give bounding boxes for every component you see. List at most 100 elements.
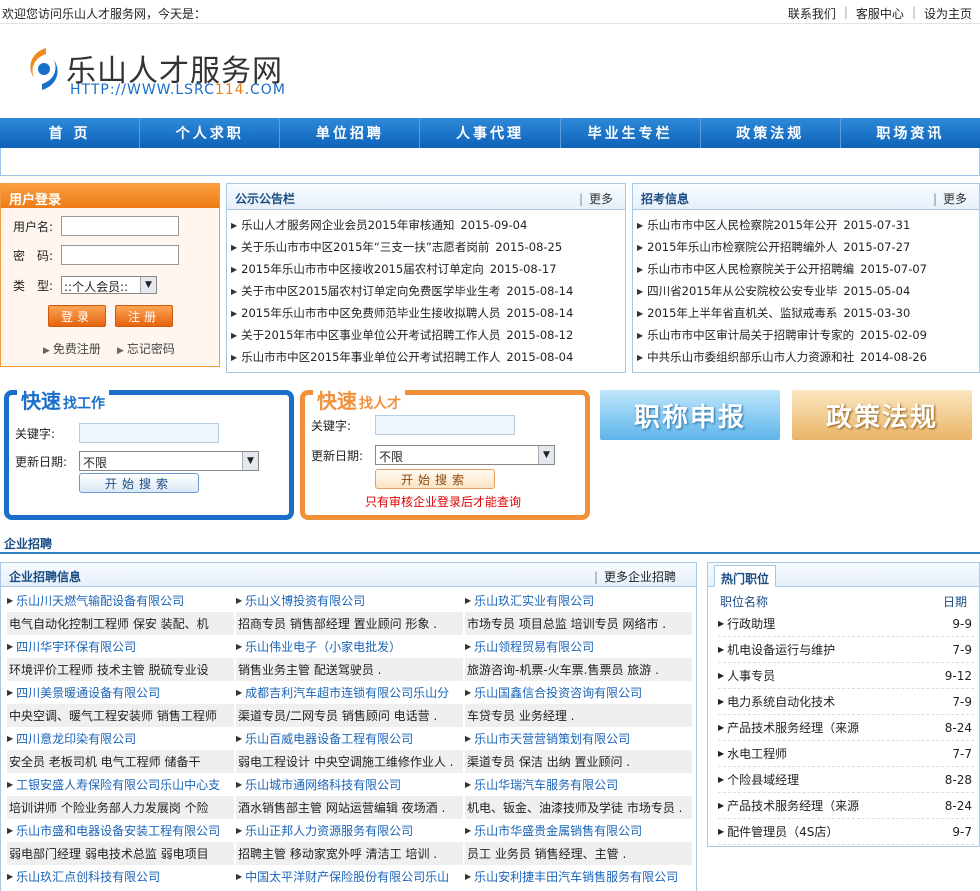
hot-job-item[interactable]: ▶ 产品技术服务经理（来源 8-24	[718, 793, 974, 819]
company-name-link[interactable]: ▶ 乐山国鑫信合投资咨询有限公司	[465, 681, 692, 704]
company-jobs[interactable]: 电气自动化控制工程师 保安 装配、机	[7, 612, 234, 635]
list-item[interactable]: ▶ 中共乐山市委组织部乐山市人力资源和社 2014-08-26	[637, 346, 975, 368]
list-item[interactable]: ▶ 关于乐山市市中区2015年“三支一扶”志愿者岗前 2015-08-25	[231, 236, 621, 258]
company-jobs[interactable]: 旅游咨询-机票-火车票.售票员 旅游 .	[465, 658, 692, 681]
hot-job-item[interactable]: ▶ 电力系统自动化技术 7-9	[718, 689, 974, 715]
company-name-link[interactable]: ▶ 乐山玖汇实业有限公司	[465, 589, 692, 612]
company-name-link[interactable]: ▶ 乐山市华盛贵金属销售有限公司	[465, 819, 692, 842]
list-item[interactable]: ▶ 关于2015年市中区事业单位公开考试招聘工作人员 2015-08-12	[231, 324, 621, 346]
recruit-more-link[interactable]: 更多	[933, 190, 967, 207]
nav-graduates[interactable]: 毕业生专栏	[561, 118, 701, 148]
company-jobs[interactable]: 车贷专员 业务经理 .	[465, 704, 692, 727]
title-declaration-banner[interactable]: 职称申报	[600, 390, 780, 440]
list-item[interactable]: ▶ 2015年上半年省直机关、监狱戒毒系 2015-03-30	[637, 302, 975, 324]
company-name-link[interactable]: ▶ 乐山领程贸易有限公司	[465, 635, 692, 658]
site-logo[interactable]: 乐山人才服务网 HTTP://WWW.LSRC114.COM	[24, 44, 285, 104]
company-name-link[interactable]: ▶ 乐山伟业电子（小家电批发）	[236, 635, 463, 658]
company-name-link[interactable]: ▶ 中国太平洋财产保险股份有限公司乐山	[236, 865, 463, 888]
username-input[interactable]	[61, 216, 179, 236]
job-search-button[interactable]: 开始搜索	[79, 473, 199, 493]
hot-job-item[interactable]: ▶ 机电设备运行与维护 7-9	[718, 637, 974, 663]
company-jobs[interactable]: 员工 业务员 销售经理、主管 .	[465, 842, 692, 865]
list-item[interactable]: ▶ 乐山市市中区人民检察院关于公开招聘编 2015-07-07	[637, 258, 975, 280]
set-homepage-link[interactable]: 设为主页	[924, 5, 972, 22]
company-name-link[interactable]: ▶ 乐山华瑞汽车服务有限公司	[465, 773, 692, 796]
company-name-link[interactable]: ▶ 乐山市盛和电器设备安装工程有限公司	[7, 819, 234, 842]
register-button[interactable]: 注册	[115, 305, 173, 327]
forgot-password-link[interactable]: ▶ 忘记密码	[117, 340, 175, 357]
talent-search-button[interactable]: 开始搜索	[375, 469, 495, 489]
list-item[interactable]: ▶ 乐山市市中区审计局关于招聘审计专家的 2015-02-09	[637, 324, 975, 346]
hot-job-date: 8-28	[944, 772, 972, 787]
nav-workplace-news[interactable]: 职场资讯	[841, 118, 980, 148]
company-jobs[interactable]: 酒水销售部主管 网站运营编辑 夜场酒 .	[236, 796, 463, 819]
list-item[interactable]: ▶ 四川省2015年从公安院校公安专业毕 2015-05-04	[637, 280, 975, 302]
company-jobs[interactable]: 招商专员 销售部经理 置业顾问 形象 .	[236, 612, 463, 635]
list-item[interactable]: ▶ 2015年乐山市市中区免费师范毕业生接收拟聘人员 2015-08-14	[231, 302, 621, 324]
company-jobs[interactable]: 招聘主管 移动家宽外呼 清洁工 培训 .	[236, 842, 463, 865]
list-item[interactable]: ▶ 乐山人才服务网企业会员2015年审核通知 2015-09-04	[231, 214, 621, 236]
quick-job-title-big: 快速	[21, 389, 61, 413]
company-name-link[interactable]: ▶ 乐山城市通网络科技有限公司	[236, 773, 463, 796]
notice-more-link[interactable]: 更多	[579, 190, 613, 207]
password-input[interactable]	[61, 245, 179, 265]
company-name-link[interactable]: ▶ 四川意龙印染有限公司	[7, 727, 234, 750]
triangle-icon: ▶	[465, 734, 472, 743]
hot-job-item[interactable]: ▶ 配件管理员（4S店） 9-7	[718, 819, 974, 845]
hot-job-item[interactable]: ▶ 行政助理 9-9	[718, 611, 974, 637]
company-name-link[interactable]: ▶ 工银安盛人寿保险有限公司乐山中心支	[7, 773, 234, 796]
hot-job-name: 个险县域经理	[727, 773, 800, 787]
company-name-link[interactable]: ▶ 乐山安利捷丰田汽车销售服务有限公司	[465, 865, 692, 888]
job-keyword-input[interactable]	[79, 423, 219, 443]
company-jobs[interactable]: 渠道专员/二网专员 销售顾问 电话营 .	[236, 704, 463, 727]
company-jobs[interactable]: 中央空调、暖气工程安装师 销售工程师	[7, 704, 234, 727]
nav-hr-agency[interactable]: 人事代理	[420, 118, 561, 148]
member-type-select[interactable]: ::个人会员:: ▼	[61, 276, 157, 294]
company-name-link[interactable]: ▶ 乐山市天营营销策划有限公司	[465, 727, 692, 750]
list-item[interactable]: ▶ 关于市中区2015届农村订单定向免费医学毕业生考 2015-08-14	[231, 280, 621, 302]
table-row: ▶ 四川美景暖通设备有限公司 中央空调、暖气工程安装师 销售工程师 ▶ 成都吉利汽车超市…	[5, 681, 693, 727]
list-item[interactable]: ▶ 乐山市市中区2015年事业单位公开考试招聘工作人 2015-08-04	[231, 346, 621, 368]
hot-job-item[interactable]: ▶ 个险县域经理 8-28	[718, 767, 974, 793]
job-date-select[interactable]: 不限 ▼	[79, 451, 259, 471]
company-jobs[interactable]: 销售业务主管 配送驾驶员 .	[236, 658, 463, 681]
nav-job-seeking[interactable]: 个人求职	[140, 118, 281, 148]
company-jobs[interactable]: 弱电工程设计 中央空调施工维修作业人 .	[236, 750, 463, 773]
company-name-link[interactable]: ▶ 乐山正邦人力资源服务有限公司	[236, 819, 463, 842]
list-item[interactable]: ▶ 乐山市市中区人民检察院2015年公开 2015-07-31	[637, 214, 975, 236]
company-jobs[interactable]: 渠道专员 保洁 出纳 置业顾问 .	[465, 750, 692, 773]
company-name-link[interactable]: ▶ 乐山百威电器设备工程有限公司	[236, 727, 463, 750]
company-jobs[interactable]: 市场专员 项目总监 培训专员 网络市 .	[465, 612, 692, 635]
company-name-link[interactable]: ▶ 四川美景暖通设备有限公司	[7, 681, 234, 704]
talent-date-select[interactable]: 不限 ▼	[375, 445, 555, 465]
hot-job-name: 行政助理	[727, 617, 776, 631]
list-item[interactable]: ▶ 2015年乐山市检察院公开招聘编外人 2015-07-27	[637, 236, 975, 258]
hot-job-item[interactable]: ▶ 产品技术服务经理（来源 8-24	[718, 715, 974, 741]
nav-home[interactable]: 首 页	[0, 118, 141, 148]
hot-job-item[interactable]: ▶ 人事专员 9-12	[718, 663, 974, 689]
talent-search-note: 只有审核企业登录后才能查询	[365, 495, 522, 509]
hot-job-item[interactable]: ▶ 水电工程师 7-7	[718, 741, 974, 767]
company-jobs[interactable]: 弱电部门经理 弱电技术总监 弱电项目	[7, 842, 234, 865]
contact-us-link[interactable]: 联系我们	[788, 5, 836, 22]
company-name-link[interactable]: ▶ 乐山玖汇点创科技有限公司	[7, 865, 234, 888]
login-button[interactable]: 登录	[48, 305, 106, 327]
triangle-icon: ▶	[465, 780, 472, 789]
service-center-link[interactable]: 客服中心	[856, 5, 904, 22]
talent-keyword-input[interactable]	[375, 415, 515, 435]
policy-banner[interactable]: 政策法规	[792, 390, 972, 440]
company-jobs[interactable]: 安全员 老板司机 电气工程师 储备干	[7, 750, 234, 773]
company-name-link[interactable]: ▶ 乐山川天燃气输配设备有限公司	[7, 589, 234, 612]
nav-recruitment[interactable]: 单位招聘	[280, 118, 421, 148]
hot-jobs-tab[interactable]: 热门职位	[714, 565, 777, 587]
company-name-link[interactable]: ▶ 乐山义博投资有限公司	[236, 589, 463, 612]
company-jobs[interactable]: 环境评价工程师 技术主管 脱硫专业设	[7, 658, 234, 681]
free-register-link[interactable]: ▶ 免费注册	[43, 340, 101, 357]
company-jobs[interactable]: 机电、钣金、油漆技师及学徒 市场专员 .	[465, 796, 692, 819]
company-name-link[interactable]: ▶ 四川华宇环保有限公司	[7, 635, 234, 658]
list-item[interactable]: ▶ 2015年乐山市市中区接收2015届农村订单定向 2015-08-17	[231, 258, 621, 280]
nav-policy[interactable]: 政策法规	[701, 118, 841, 148]
company-name-link[interactable]: ▶ 成都吉利汽车超市连锁有限公司乐山分	[236, 681, 463, 704]
company-jobs[interactable]: 培训讲师 个险业务部人力发展岗 个险	[7, 796, 234, 819]
company-more-link[interactable]: 更多企业招聘	[594, 568, 676, 585]
